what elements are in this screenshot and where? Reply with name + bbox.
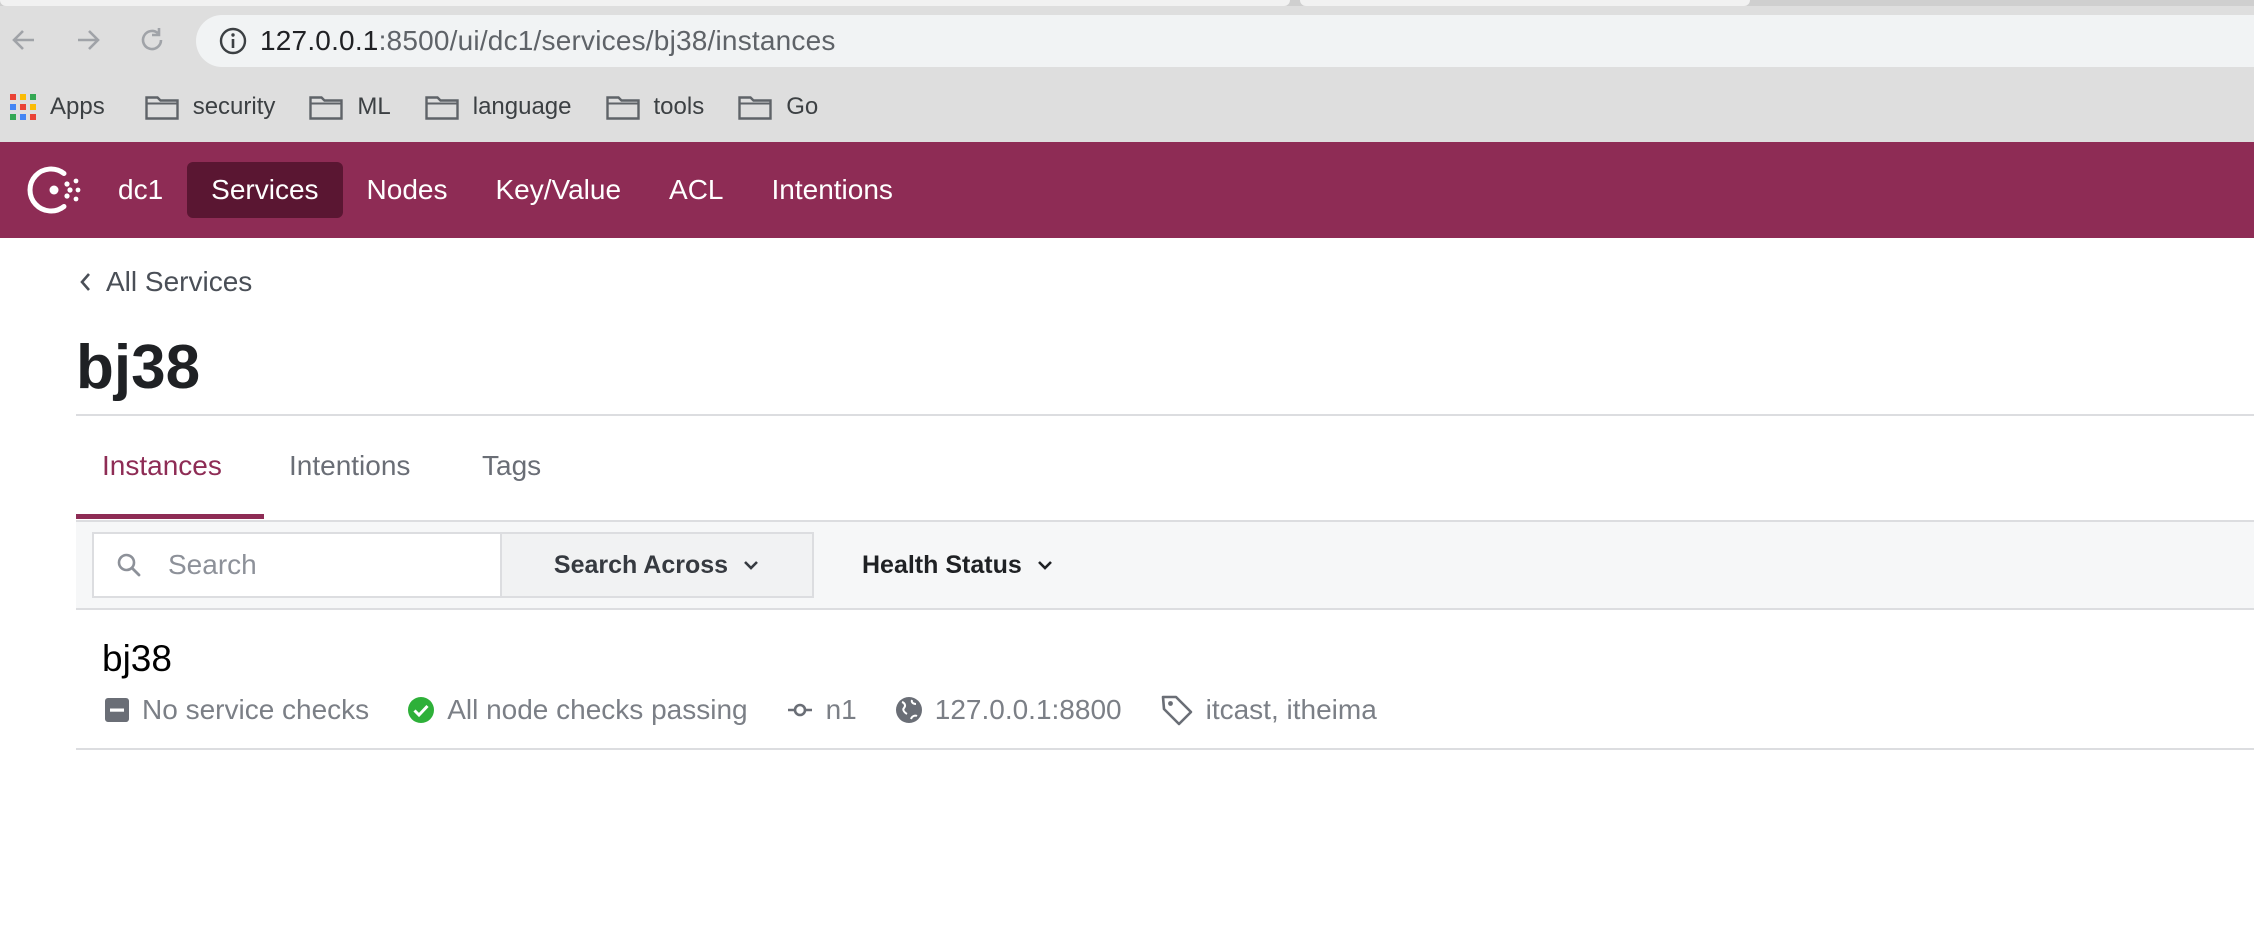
search-field[interactable] bbox=[92, 532, 500, 598]
node-checks-status: All node checks passing bbox=[407, 694, 748, 726]
page-title: bj38 bbox=[76, 333, 201, 402]
forward-button[interactable] bbox=[68, 20, 108, 60]
tab-instances[interactable]: Instances bbox=[102, 450, 222, 482]
nav-item-acl[interactable]: ACL bbox=[645, 162, 747, 218]
bookmark-go[interactable]: Go bbox=[738, 93, 818, 121]
search-across-dropdown[interactable]: Search Across bbox=[500, 532, 814, 598]
browser-chrome: 127.0.0.1:8500/ui/dc1/services/bj38/inst… bbox=[0, 0, 2254, 142]
back-button[interactable] bbox=[4, 20, 44, 60]
reload-icon bbox=[141, 28, 163, 51]
address-label: 127.0.0.1:8800 bbox=[934, 694, 1122, 725]
bookmark-ml[interactable]: ML bbox=[309, 93, 391, 121]
address-info: 127.0.0.1:8800 bbox=[895, 694, 1122, 726]
reload-button[interactable] bbox=[132, 20, 172, 60]
search-icon bbox=[117, 553, 141, 577]
tab-tags[interactable]: Tags bbox=[482, 450, 541, 482]
service-checks-status: No service checks bbox=[104, 694, 369, 726]
node-link[interactable]: n1 bbox=[786, 694, 857, 726]
health-status-dropdown[interactable]: Health Status bbox=[862, 532, 1054, 598]
bookmark-tools[interactable]: tools bbox=[605, 93, 705, 121]
chevron-down-icon bbox=[744, 561, 758, 570]
folder-icon bbox=[425, 96, 459, 120]
browser-toolbar: 127.0.0.1:8500/ui/dc1/services/bj38/inst… bbox=[0, 6, 2254, 76]
breadcrumb[interactable]: All Services bbox=[78, 266, 252, 298]
address-bar[interactable]: 127.0.0.1:8500/ui/dc1/services/bj38/inst… bbox=[196, 15, 2254, 67]
service-checks-label: No service checks bbox=[142, 694, 370, 725]
folder-icon bbox=[605, 96, 640, 120]
bookmarks-bar: Apps security ML language tools Go bbox=[0, 84, 852, 130]
chevron-down-icon bbox=[1037, 561, 1052, 570]
git-commit-icon bbox=[787, 703, 812, 717]
bookmark-apps[interactable]: Apps bbox=[10, 93, 105, 121]
url-path: :8500/ui/dc1/services/bj38/instances bbox=[378, 25, 836, 56]
divider bbox=[76, 608, 2254, 610]
bookmark-label: tools bbox=[653, 93, 705, 120]
tab-bar: Instances Intentions Tags bbox=[76, 416, 2254, 520]
app-header: dc1 Services Nodes Key/Value ACL Intenti… bbox=[0, 142, 2254, 238]
search-input[interactable] bbox=[166, 548, 470, 582]
chevron-left-icon bbox=[80, 273, 90, 291]
folder-icon bbox=[309, 96, 344, 120]
node-label: n1 bbox=[825, 694, 857, 725]
globe-icon bbox=[895, 697, 922, 723]
instance-details: No service checks All node checks passin… bbox=[104, 690, 1415, 730]
nav-item-key-value[interactable]: Key/Value bbox=[471, 162, 645, 218]
tab-intentions[interactable]: Intentions bbox=[289, 450, 410, 482]
folder-icon bbox=[738, 96, 772, 120]
arrow-right-icon bbox=[78, 30, 100, 50]
consul-logo-icon[interactable] bbox=[26, 161, 84, 219]
apps-grid-icon bbox=[10, 94, 36, 120]
datacenter-selector[interactable]: dc1 bbox=[118, 162, 187, 218]
bookmark-label: language bbox=[472, 93, 572, 120]
info-icon[interactable] bbox=[216, 24, 250, 58]
breadcrumb-label: All Services bbox=[106, 266, 253, 297]
filter-bar: Search Across Health Status bbox=[76, 522, 2254, 608]
search-across-label: Search Across bbox=[553, 550, 729, 579]
tags-label: itcast, itheima bbox=[1205, 694, 1377, 725]
check-circle-icon bbox=[408, 697, 435, 723]
bookmark-label: security bbox=[192, 93, 276, 120]
health-status-label: Health Status bbox=[862, 550, 1022, 579]
bookmark-label: Apps bbox=[50, 93, 105, 120]
bookmark-label: ML bbox=[357, 93, 391, 120]
url-host: 127.0.0.1 bbox=[260, 25, 379, 56]
minus-square-icon bbox=[105, 698, 129, 722]
tags-info: itcast, itheima bbox=[1160, 693, 1377, 727]
nav-item-nodes[interactable]: Nodes bbox=[343, 162, 472, 218]
divider bbox=[76, 748, 2254, 750]
instance-name-link[interactable]: bj38 bbox=[102, 638, 172, 680]
bookmark-security[interactable]: security bbox=[145, 93, 276, 121]
main-nav: dc1 Services Nodes Key/Value ACL Intenti… bbox=[118, 162, 917, 218]
url-text: 127.0.0.1:8500/ui/dc1/services/bj38/inst… bbox=[260, 25, 836, 57]
tag-icon bbox=[1161, 695, 1192, 726]
bookmark-label: Go bbox=[786, 93, 819, 120]
bookmark-language[interactable]: language bbox=[425, 93, 572, 121]
folder-icon bbox=[145, 96, 179, 120]
arrow-left-icon bbox=[12, 30, 34, 50]
node-checks-label: All node checks passing bbox=[447, 694, 748, 725]
active-tab-indicator bbox=[76, 514, 264, 519]
nav-item-intentions[interactable]: Intentions bbox=[748, 162, 917, 218]
nav-item-services[interactable]: Services bbox=[187, 162, 343, 218]
